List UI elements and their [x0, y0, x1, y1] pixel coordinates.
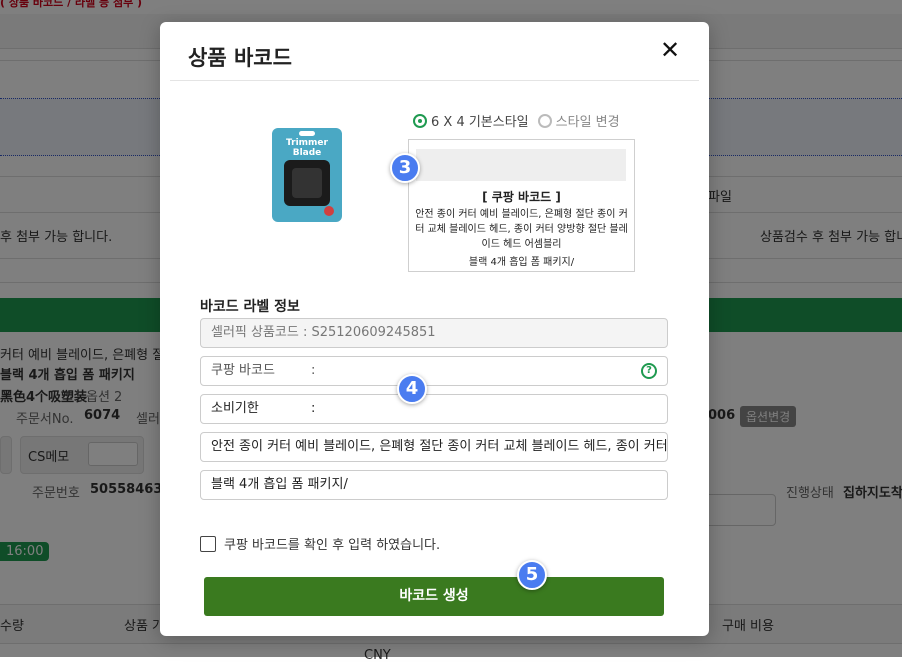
barcode-modal: 상품 바코드 ✕ Trimmer Blade 6 X 4 기본스타일 스타일 변… — [160, 22, 709, 636]
style-radio-group: 6 X 4 기본스타일 스타일 변경 — [413, 111, 620, 130]
preview-product-name: 안전 종이 커터 예비 블레이드, 은폐형 절단 종이 커터 교체 블레이드 헤… — [415, 209, 628, 250]
package-sticker — [324, 206, 334, 216]
help-icon[interactable]: ? — [641, 363, 657, 379]
expiry-date-input[interactable]: 소비기한: — [200, 394, 668, 424]
package-blister — [284, 160, 330, 206]
expiry-date-value: : — [311, 401, 316, 416]
section-label: 바코드 라벨 정보 — [200, 299, 300, 315]
coupang-barcode-value: : — [311, 363, 316, 378]
confirm-row: 쿠팡 바코드를 확인 후 입력 하였습니다. — [200, 534, 440, 553]
modal-title: 상품 바코드 — [188, 46, 292, 70]
style-default-radio[interactable] — [413, 113, 427, 128]
preview-option: 블랙 4개 흡입 폼 패키지/ — [468, 257, 575, 268]
style-default-label[interactable]: 6 X 4 기본스타일 — [431, 111, 529, 130]
seller-code-field: 셀러픽 상품코드 : S25120609245851 — [200, 318, 668, 348]
coupang-barcode-input[interactable]: 쿠팡 바코드: ? — [200, 356, 668, 386]
package-hanger-hole — [299, 131, 315, 136]
generate-barcode-button[interactable]: 바코드 생성 — [204, 577, 664, 616]
confirm-text[interactable]: 쿠팡 바코드를 확인 후 입력 하였습니다. — [224, 534, 440, 553]
product-image: Trimmer Blade — [272, 128, 342, 222]
product-name-input[interactable]: 안전 종이 커터 예비 블레이드, 은폐형 절단 종이 커터 교체 블레이드 헤… — [200, 432, 668, 462]
preview-title: [ 쿠팡 바코드 ] — [482, 190, 561, 204]
option-input[interactable]: 블랙 4개 흡입 폼 패키지/ — [200, 470, 668, 500]
step-4-badge: 4 — [397, 374, 427, 404]
barcode-label-preview: [ 쿠팡 바코드 ] 안전 종이 커터 예비 블레이드, 은폐형 절단 종이 커… — [408, 139, 635, 272]
close-icon[interactable]: ✕ — [658, 36, 682, 64]
title-divider — [170, 80, 699, 81]
barcode-area — [416, 149, 626, 181]
style-change-radio[interactable] — [537, 113, 552, 128]
step-3-badge: 3 — [390, 153, 420, 183]
expiry-date-label: 소비기한 — [211, 401, 259, 416]
step-5-badge: 5 — [517, 560, 547, 590]
package-text: Trimmer Blade — [286, 138, 328, 158]
style-change-label[interactable]: 스타일 변경 — [556, 111, 620, 130]
confirm-checkbox[interactable] — [200, 535, 216, 552]
coupang-barcode-label: 쿠팡 바코드 — [211, 363, 275, 378]
